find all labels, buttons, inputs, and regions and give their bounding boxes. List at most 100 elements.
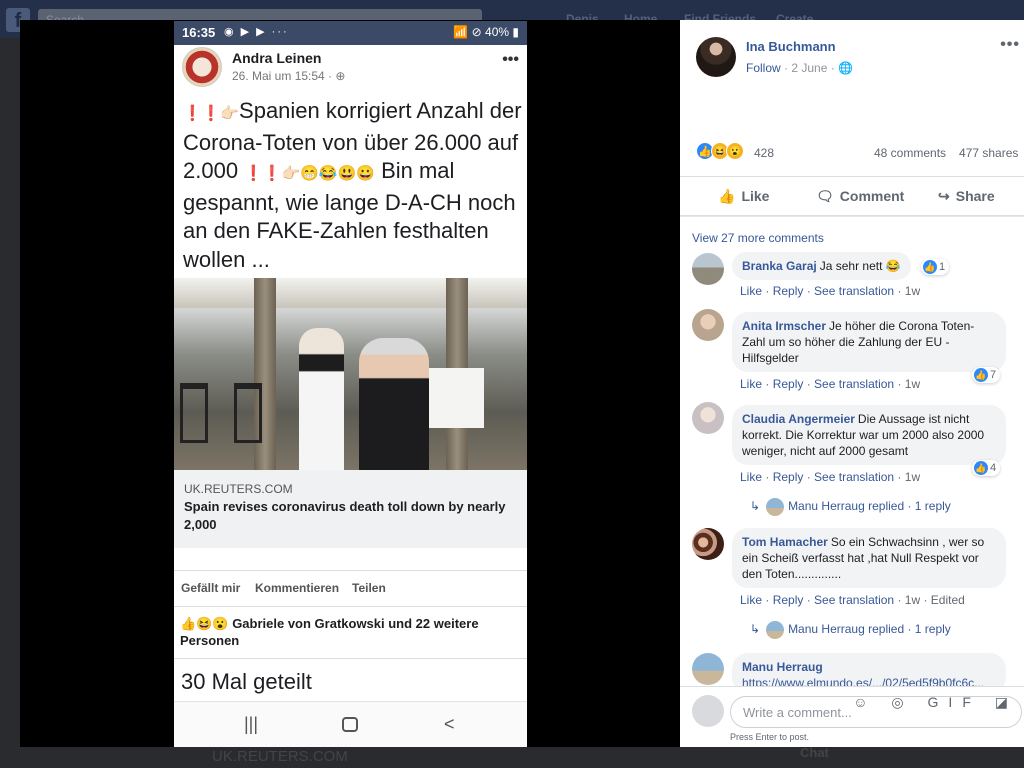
view-replies-link[interactable]: ↳ Manu Herraug replied · 1 reply [750, 498, 951, 516]
comment-time[interactable]: 1w [905, 284, 920, 298]
follow-link[interactable]: Follow [746, 61, 781, 75]
recent-apps-icon: ||| [244, 714, 259, 734]
home-icon [342, 717, 358, 732]
comment-time[interactable]: 1w [905, 593, 920, 607]
comment-translate-link[interactable]: See translation [814, 593, 894, 607]
comment-like-link[interactable]: Like [740, 593, 762, 607]
write-comment-row: Write a comment... ☺ ◎ GIF ◪ Press Enter… [680, 686, 1024, 747]
phone-shares-count: 30 Mal geteilt [181, 669, 312, 694]
commenter-avatar[interactable] [692, 253, 724, 285]
comment-like-count: 7 [990, 369, 997, 381]
photo-awning [174, 278, 527, 308]
view-more-comments-link[interactable]: View 27 more comments [692, 231, 824, 245]
comment-like-link[interactable]: Like [740, 377, 762, 391]
post-timestamp: 26. Mai um 15:54 · ⊕ [232, 69, 346, 83]
replier-avatar [766, 498, 785, 516]
comment-actions: Like · Reply · See translation · 1w · Ed… [740, 593, 965, 607]
like-button[interactable]: 👍 Like [718, 188, 769, 205]
reply-arrow-icon: ↳ [750, 622, 761, 637]
like-icon: 👍 [974, 461, 988, 475]
link-domain: UK.REUTERS.COM [184, 482, 293, 496]
comment-attachment-icons[interactable]: ☺ ◎ GIF ◪ [853, 687, 1018, 711]
back-icon: < [444, 714, 455, 734]
post-emoji-mid: ❗❗👉🏻😁😂😃😀 [244, 165, 375, 182]
post-action-row: 👍 Like 🗨 Comment ↪ Share [680, 176, 1024, 216]
comment-time[interactable]: 1w [905, 377, 920, 391]
replies-text: Manu Herraug replied · 1 reply [788, 622, 951, 637]
post-text: ❗❗👉🏻Spanien korrigiert Anzahl der Corona… [183, 97, 523, 274]
comment-edited-label[interactable]: Edited [931, 593, 965, 607]
comments-count-link[interactable]: 48 comments [874, 146, 946, 160]
phone-comment-action: Kommentieren [255, 581, 340, 595]
comment-like-badge[interactable]: 👍 4 [972, 460, 1001, 476]
photo-chair [234, 383, 262, 443]
comment-like-link[interactable]: Like [740, 470, 762, 484]
comments-list: View 27 more comments Branka Garaj Ja seh… [680, 216, 1024, 693]
comment-like-link[interactable]: Like [740, 284, 762, 298]
like-icon: 👍 [923, 260, 937, 274]
post-more-icon: ••• [502, 51, 519, 68]
comment-bubble: Anita Irmscher Je höher die Corona Toten-… [732, 312, 1006, 372]
thumbs-up-icon: 👍 [718, 188, 736, 204]
post-meta: Follow · 2 June · 🌐 [746, 61, 853, 75]
post-emoji-lead: ❗❗👉🏻 [183, 105, 240, 122]
reaction-icons[interactable]: 👍😆😮 [696, 142, 744, 160]
comment-like-badge[interactable]: 👍 7 [972, 367, 1001, 383]
replier-avatar [766, 621, 785, 639]
commenter-name[interactable]: Branka Garaj [742, 259, 817, 273]
view-replies-link[interactable]: ↳ Manu Herraug replied · 1 reply [750, 621, 951, 639]
comment-reply-link[interactable]: Reply [773, 284, 804, 298]
phone-screenshot: 16:35 ◉ ▶ ▶ ··· 📶 ⊘ 40% ▮ Andra Leinen 2… [174, 21, 527, 747]
photo-waiter [359, 338, 429, 470]
share-button[interactable]: ↪ Share [938, 188, 995, 205]
shares-count-link[interactable]: 477 shares [959, 146, 1018, 160]
background-chat-label: Chat [800, 745, 829, 760]
reaction-count[interactable]: 428 [754, 146, 774, 160]
comment-actions: Like · Reply · See translation · 1w [740, 284, 921, 298]
comment-button-label: Comment [839, 188, 905, 204]
comment-bubble: Branka Garaj Ja sehr nett 😂 [732, 252, 911, 280]
post-author-avatar [182, 47, 222, 87]
commenter-avatar[interactable] [692, 528, 724, 560]
comment-like-badge[interactable]: 👍 1 [921, 259, 950, 275]
post-side-panel: Ina Buchmann Follow · 2 June · 🌐 ••• 👍😆😮… [680, 20, 1024, 747]
comment-reply-link[interactable]: Reply [773, 377, 804, 391]
link-title: Spain revises coronavirus death toll dow… [184, 499, 506, 532]
post-options-icon[interactable]: ••• [1000, 36, 1020, 54]
phone-post-actions: Gefällt mir Kommentieren Teilen [174, 570, 527, 607]
commenter-name[interactable]: Tom Hamacher [742, 535, 828, 549]
like-icon: 👍 [974, 368, 988, 382]
commenter-avatar[interactable] [692, 309, 724, 341]
commenter-avatar[interactable] [692, 402, 724, 434]
status-time: 16:35 [182, 25, 216, 40]
comment-time[interactable]: 1w [905, 470, 920, 484]
comment-text: Ja sehr nett 😂 [819, 259, 901, 273]
commenter-name[interactable]: Claudia Angermeier [742, 412, 855, 426]
poster-avatar[interactable] [696, 37, 736, 77]
current-user-avatar [692, 695, 724, 727]
reply-arrow-icon: ↳ [750, 499, 761, 514]
comment-icon: 🗨 [816, 188, 834, 204]
comment-like-count: 1 [939, 261, 946, 273]
comment-input-placeholder: Write a comment... [743, 705, 852, 720]
comment-translate-link[interactable]: See translation [814, 284, 894, 298]
photo-chair [180, 383, 208, 443]
like-button-label: Like [741, 188, 770, 204]
comment-reply-link[interactable]: Reply [773, 470, 804, 484]
comment-bubble: Claudia Angermeier Die Aussage ist nicht … [732, 405, 1006, 465]
share-icon: ↪ [938, 188, 950, 204]
phone-reaction-summary: 👍😆😮 Gabriele von Gratkowski und 22 weite… [180, 615, 520, 649]
comment-actions: Like · Reply · See translation · 1w [740, 470, 921, 484]
poster-name-link[interactable]: Ina Buchmann [746, 39, 836, 54]
commenter-name[interactable]: Anita Irmscher [742, 319, 826, 333]
commenter-avatar[interactable] [692, 653, 724, 685]
phone-reaction-icons: 👍😆😮 [180, 616, 229, 631]
comment-button[interactable]: 🗨 Comment [816, 188, 904, 205]
comment-reply-link[interactable]: Reply [773, 593, 804, 607]
comment-translate-link[interactable]: See translation [814, 470, 894, 484]
commenter-name[interactable]: Manu Herraug [742, 659, 993, 675]
status-app-icons: ◉ ▶ ▶ ··· [224, 26, 289, 38]
article-photo [174, 278, 527, 470]
comment-translate-link[interactable]: See translation [814, 377, 894, 391]
phone-like-action: Gefällt mir [181, 581, 241, 595]
